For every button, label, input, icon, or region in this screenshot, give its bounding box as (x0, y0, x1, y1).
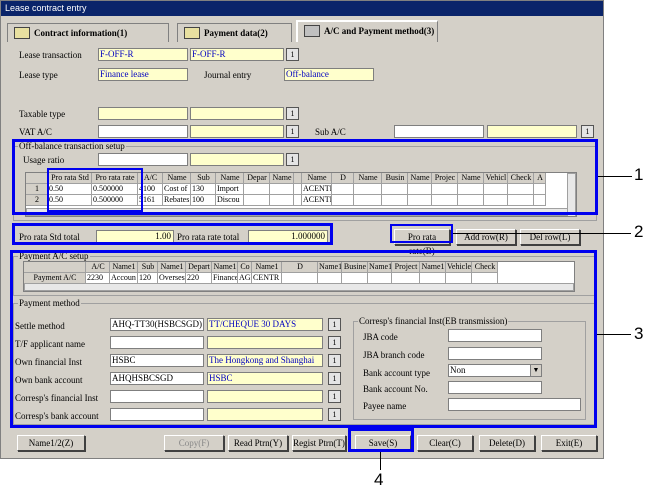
journal-entry-field: Off-balance (284, 68, 374, 81)
lease-transaction-name-field: F-OFF-R (190, 48, 284, 61)
clear-button[interactable]: Clear(C) (417, 435, 473, 451)
taxable-type-label: Taxable type (19, 109, 66, 119)
add-row-button[interactable]: Add row(R) (456, 229, 516, 245)
vat-ac-label: VAT A/C (19, 127, 52, 137)
vat-ac-lookup-button[interactable]: 1 (286, 125, 299, 138)
callout-3: 3 (634, 324, 644, 343)
callout-line-1 (598, 176, 632, 177)
delete-row-button[interactable]: Del row(L) (520, 229, 580, 245)
tab-ac-payment-method[interactable]: A/C and Payment method(3) (296, 20, 438, 42)
sub-ac-label: Sub A/C (315, 127, 346, 137)
vat-ac-code-field[interactable] (98, 125, 188, 138)
callout-line-4 (380, 452, 381, 470)
delete-button[interactable]: Delete(D) (479, 435, 535, 451)
callout-line-3 (597, 334, 631, 335)
journal-entry-label: Journal entry (204, 70, 252, 80)
highlight-frame-4 (348, 428, 414, 452)
card-icon (304, 25, 320, 37)
regist-ptrn-button[interactable]: Regist Ptrn(T) (292, 435, 346, 451)
highlight-frame-2 (390, 224, 453, 243)
callout-line-2 (453, 233, 631, 234)
read-ptrn-button[interactable]: Read Ptrn(Y) (228, 435, 288, 451)
sub-ac-code-field[interactable] (394, 125, 484, 138)
highlight-frame-totals (12, 223, 333, 245)
tab-contract-information[interactable]: Contract information(1) (7, 23, 169, 42)
vat-ac-name-field (190, 125, 284, 138)
sub-ac-lookup-button[interactable]: 1 (581, 125, 594, 138)
name1-2-button[interactable]: Name1/2(Z) (17, 435, 85, 451)
lease-transaction-label: Lease transaction (19, 50, 82, 60)
lease-transaction-code-field[interactable]: F-OFF-R (98, 48, 188, 61)
callout-2: 2 (634, 222, 644, 241)
lease-type-label: Lease type (19, 70, 58, 80)
tab-payment-data[interactable]: Payment data(2) (177, 23, 292, 42)
taxable-type-name-field (190, 107, 284, 120)
lease-transaction-lookup-button[interactable]: 1 (286, 48, 299, 61)
window-title: Lease contract entry (1, 1, 603, 16)
copy-button[interactable]: Copy(F) (164, 435, 224, 451)
book-icon (14, 27, 30, 39)
taxable-type-lookup-button[interactable]: 1 (286, 107, 299, 120)
lease-type-field: Finance lease (98, 68, 188, 81)
taxable-type-code-field[interactable] (98, 107, 188, 120)
callout-4: 4 (374, 470, 384, 489)
highlight-frame-3 (10, 250, 597, 428)
exit-button[interactable]: Exit(E) (541, 435, 597, 451)
sub-ac-name-field (487, 125, 577, 138)
callout-1: 1 (634, 165, 644, 184)
highlight-frame-pro-rata-columns (47, 168, 143, 212)
ledger-icon (184, 27, 200, 39)
